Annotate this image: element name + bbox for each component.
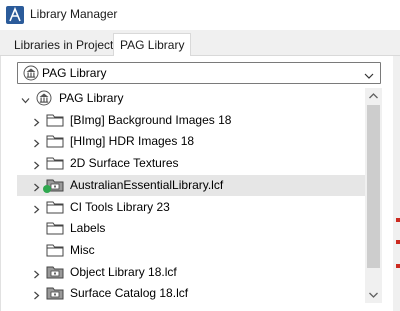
folder-icon [46,242,64,258]
chevron-down-icon[interactable] [364,69,374,79]
chevron-right-icon[interactable] [32,268,41,279]
panel-edge [0,56,1,311]
status-dot-icon [43,184,51,193]
tree-row-label: 2D Surface Textures [70,156,179,171]
tree-row-label: CI Tools Library 23 [70,199,170,214]
tree-row[interactable]: PAG Library [17,88,365,109]
scroll-up-button[interactable] [365,88,382,105]
window-title: Library Manager [30,7,118,21]
adjacent-panel-edge [393,56,400,311]
tree-row-label: Misc [70,242,95,257]
container-folder-icon [46,285,64,301]
library-icon [23,65,39,81]
tree-row-label: AustralianEssentialLibrary.lcf [70,177,224,192]
tree-row[interactable]: Misc [17,240,365,261]
tab-libraries-in-project[interactable]: Libraries in Project [8,35,119,55]
archicad-app-icon [6,6,24,24]
tree-row[interactable]: 2D Surface Textures [17,153,365,174]
tree-row-label: [BImg] Background Images 18 [70,112,232,127]
chevron-right-icon[interactable] [32,137,41,148]
folder-icon [46,112,64,128]
tree-row-label: [HImg] HDR Images 18 [70,134,195,149]
container-folder-icon [46,264,64,280]
tree-row-label: PAG Library [59,91,124,105]
tab-pag-library[interactable]: PAG Library [113,33,192,56]
library-tree: PAG Library [BImg] Background Images 18 [H… [17,88,382,303]
container-folder-icon [43,177,64,193]
chevron-right-icon[interactable] [32,203,41,213]
chevron-right-icon[interactable] [32,116,41,127]
tree-row-label: Surface Catalog 18.lcf [70,286,189,301]
scrollbar-thumb[interactable] [367,105,380,268]
library-dropdown[interactable]: PAG Library [17,62,381,84]
chevron-right-icon[interactable] [32,181,41,192]
chevron-down-icon[interactable] [21,94,30,104]
tree-row-label: Object Library 18.lcf [70,264,177,279]
chevron-right-icon[interactable] [32,289,41,300]
tree-row[interactable]: Object Library 18.lcf [17,262,365,283]
tree-row[interactable]: [BImg] Background Images 18 [17,110,365,131]
red-marker [396,218,400,222]
tree-row[interactable]: CI Tools Library 23 [17,197,365,218]
library-icon [35,90,53,106]
red-marker [396,240,400,244]
red-marker [396,264,400,268]
folder-icon [46,199,64,215]
tree-row[interactable]: [HImg] HDR Images 18 [17,131,365,152]
tree-row[interactable]: Surface Catalog 18.lcf [17,283,365,303]
folder-icon [46,220,64,236]
folder-icon [46,133,64,149]
folder-icon [46,155,64,171]
dropdown-selected-value: PAG Library [42,66,107,80]
tree-row[interactable]: Labels [17,218,365,239]
scroll-down-button[interactable] [365,286,382,303]
chevron-right-icon[interactable] [32,159,41,170]
tree-row[interactable]: AustralianEssentialLibrary.lcf [17,174,365,196]
tree-row-label: Labels [70,221,106,236]
